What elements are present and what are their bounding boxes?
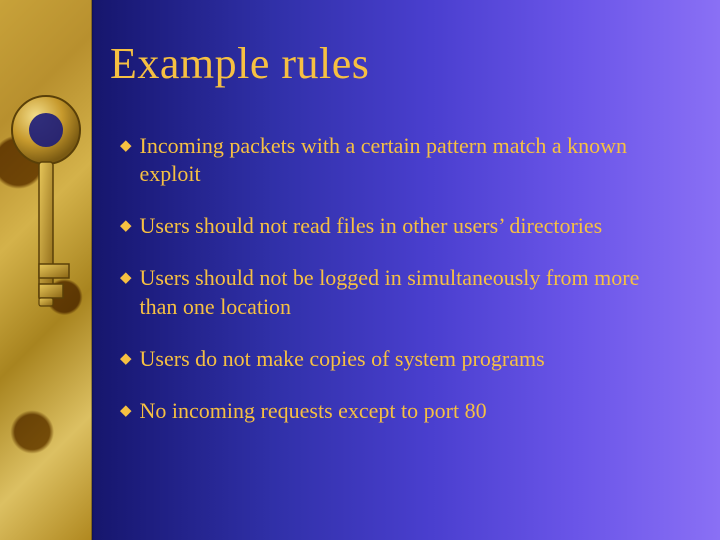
key-icon: [6, 88, 86, 338]
list-item: ◆ Users should not be logged in simultan…: [120, 264, 660, 320]
diamond-bullet-icon: ◆: [120, 397, 132, 425]
bullet-text: Incoming packets with a certain pattern …: [140, 132, 660, 188]
bullet-list: ◆ Incoming packets with a certain patter…: [120, 132, 660, 449]
diamond-bullet-icon: ◆: [120, 345, 132, 373]
list-item: ◆ Incoming packets with a certain patter…: [120, 132, 660, 188]
list-item: ◆ Users should not read files in other u…: [120, 212, 660, 240]
slide-title: Example rules: [110, 38, 369, 89]
diamond-bullet-icon: ◆: [120, 264, 132, 292]
diamond-bullet-icon: ◆: [120, 132, 132, 160]
bullet-text: Users do not make copies of system progr…: [140, 345, 660, 373]
list-item: ◆ Users do not make copies of system pro…: [120, 345, 660, 373]
diamond-bullet-icon: ◆: [120, 212, 132, 240]
bullet-text: No incoming requests except to port 80: [140, 397, 660, 425]
bullet-text: Users should not be logged in simultaneo…: [140, 264, 660, 320]
slide: Example rules ◆ Incoming packets with a …: [0, 0, 720, 540]
list-item: ◆ No incoming requests except to port 80: [120, 397, 660, 425]
bullet-text: Users should not read files in other use…: [140, 212, 660, 240]
